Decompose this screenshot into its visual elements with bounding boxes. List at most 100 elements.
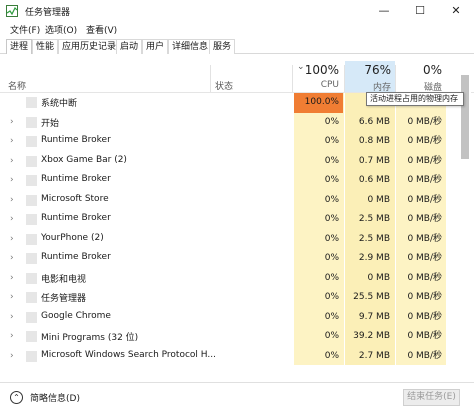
process-memory-value: 2.5 MB — [358, 214, 390, 224]
tab-startup[interactable]: 启动 — [116, 39, 143, 54]
scrollbar-thumb[interactable] — [461, 75, 469, 159]
column-divider[interactable] — [210, 65, 211, 92]
expand-chevron-icon[interactable]: › — [10, 312, 14, 322]
process-icon — [26, 331, 37, 342]
expand-chevron-icon[interactable]: › — [10, 351, 14, 361]
tab-details[interactable]: 详细信息 — [168, 39, 213, 54]
menu-view[interactable]: 查看(V) — [86, 23, 117, 36]
chevron-up-icon[interactable]: ⌃ — [10, 391, 23, 404]
task-manager-icon — [6, 5, 18, 17]
fewer-details-link[interactable]: 简略信息(D) — [30, 391, 80, 404]
process-cpu-value: 0% — [324, 214, 339, 224]
column-disk-header[interactable]: 0% 磁盘 — [396, 61, 446, 93]
tab-app-history[interactable]: 应用历史记录 — [58, 39, 121, 54]
cpu-column-label: CPU — [320, 80, 339, 90]
process-icon — [26, 292, 37, 303]
expand-chevron-icon[interactable]: › — [10, 214, 14, 224]
process-name: YourPhone (2) — [41, 232, 104, 243]
process-row[interactable]: › Runtime Broker 0% 0.6 MB 0 MB/秒 — [0, 171, 468, 191]
process-name: 系统中断 — [41, 99, 78, 109]
process-name: 任务管理器 — [41, 294, 87, 304]
process-disk-value: 0 MB/秒 — [407, 214, 442, 224]
maximize-button[interactable]: ☐ — [402, 0, 438, 22]
process-icon — [26, 350, 37, 362]
process-cpu-value: 0% — [324, 311, 339, 322]
process-cpu-value: 0% — [324, 175, 339, 185]
process-disk-value: 0 MB/秒 — [407, 311, 442, 322]
process-disk-value: 0 MB/秒 — [407, 155, 442, 166]
process-cpu-value: 0% — [324, 155, 339, 166]
process-icon — [26, 214, 37, 225]
process-memory-value: 2.7 MB — [358, 350, 390, 361]
column-status-header[interactable]: 状态 — [215, 79, 233, 92]
expand-chevron-icon[interactable]: › — [10, 117, 14, 127]
process-row[interactable]: › Xbox Game Bar (2) 0% 0.7 MB 0 MB/秒 — [0, 152, 468, 172]
menu-bar: 文件(F) 选项(O) 查看(V) — [0, 22, 474, 37]
process-name: 开始 — [41, 118, 60, 129]
tab-performance[interactable]: 性能 — [32, 39, 59, 54]
process-memory-value: 0.7 MB — [358, 155, 390, 166]
expand-chevron-icon[interactable]: › — [10, 292, 14, 302]
expand-chevron-icon[interactable]: › — [10, 273, 14, 283]
process-cpu-value: 100.0% — [294, 93, 343, 113]
process-icon — [26, 136, 37, 147]
title-bar: 任务管理器 — ☐ ✕ — [0, 0, 474, 22]
footer: ⌃ 简略信息(D) 结束任务(E) — [0, 382, 474, 412]
menu-options[interactable]: 选项(O) — [45, 23, 77, 36]
process-cpu-value: 0% — [324, 194, 339, 205]
expand-chevron-icon[interactable]: › — [10, 136, 14, 146]
column-cpu-header[interactable]: ⌄ 100% CPU — [294, 61, 343, 92]
process-cpu-value: 0% — [324, 116, 339, 127]
process-name: Runtime Broker — [41, 252, 111, 262]
process-memory-value: 0.8 MB — [358, 136, 390, 146]
process-icon — [26, 253, 37, 264]
process-disk-value: 0 MB/秒 — [407, 233, 442, 244]
process-name: Mini Programs (32 位) — [41, 333, 139, 343]
process-name: Runtime Broker — [41, 135, 111, 145]
column-name-header[interactable]: 名称 — [8, 79, 26, 92]
process-row[interactable]: › Google Chrome 0% 9.7 MB 0 MB/秒 — [0, 308, 468, 328]
process-cpu-value: 0% — [324, 136, 339, 146]
process-row[interactable]: › 电影和电视 0% 0 MB 0 MB/秒 — [0, 269, 468, 289]
process-row[interactable]: › 任务管理器 0% 25.5 MB 0 MB/秒 — [0, 288, 468, 308]
process-row[interactable]: › Mini Programs (32 位) 0% 39.2 MB 0 MB/秒 — [0, 327, 468, 347]
process-disk-value: 0 MB/秒 — [407, 331, 442, 341]
process-row[interactable]: › 开始 0% 6.6 MB 0 MB/秒 — [0, 113, 468, 133]
close-button[interactable]: ✕ — [438, 0, 474, 22]
process-disk-value: 0 MB/秒 — [407, 136, 442, 146]
expand-chevron-icon[interactable]: › — [10, 253, 14, 263]
tab-processes[interactable]: 进程 — [6, 39, 33, 54]
process-row[interactable]: › Microsoft Store 0% 0 MB 0 MB/秒 — [0, 191, 468, 211]
process-cpu-value: 0% — [324, 233, 339, 244]
tab-users[interactable]: 用户 — [142, 39, 169, 54]
process-row[interactable]: › Microsoft Windows Search Protocol H... 0… — [0, 347, 468, 366]
menu-file[interactable]: 文件(F) — [10, 23, 40, 36]
expand-chevron-icon[interactable]: › — [10, 156, 14, 166]
disk-total-percent: 0% — [422, 63, 442, 77]
process-name: Microsoft Windows Search Protocol H... — [41, 349, 216, 360]
process-cpu-value: 0% — [324, 292, 339, 302]
process-row[interactable]: › Runtime Broker 0% 2.9 MB 0 MB/秒 — [0, 249, 468, 269]
process-cpu-value: 0% — [324, 331, 339, 341]
process-name: Xbox Game Bar (2) — [41, 154, 127, 165]
expand-chevron-icon[interactable]: › — [10, 195, 14, 205]
process-row[interactable]: › Runtime Broker 0% 2.5 MB 0 MB/秒 — [0, 210, 468, 230]
tab-bar: 进程 性能 应用历史记录 启动 用户 详细信息 服务 — [0, 38, 474, 54]
minimize-button[interactable]: — — [366, 0, 402, 22]
expand-chevron-icon[interactable]: › — [10, 331, 14, 341]
expand-chevron-icon[interactable]: › — [10, 234, 14, 244]
column-divider[interactable] — [292, 65, 293, 92]
process-cpu-value: 0% — [324, 253, 339, 263]
process-name: Google Chrome — [41, 310, 111, 321]
process-memory-value: 39.2 MB — [353, 331, 390, 341]
column-memory-header[interactable]: 76% 内存 — [345, 61, 395, 93]
memory-total-percent: 76% — [364, 63, 391, 77]
process-row[interactable]: › YourPhone (2) 0% 2.5 MB 0 MB/秒 — [0, 230, 468, 250]
memory-tooltip: 活动进程占用的物理内存 — [366, 92, 464, 106]
tab-services[interactable]: 服务 — [209, 39, 236, 54]
process-disk-value: 0 MB/秒 — [407, 116, 442, 127]
process-disk-value: 0 MB/秒 — [407, 253, 442, 263]
end-task-button[interactable]: 结束任务(E) — [403, 389, 460, 406]
process-row[interactable]: › Runtime Broker 0% 0.8 MB 0 MB/秒 — [0, 132, 468, 152]
expand-chevron-icon[interactable]: › — [10, 175, 14, 185]
